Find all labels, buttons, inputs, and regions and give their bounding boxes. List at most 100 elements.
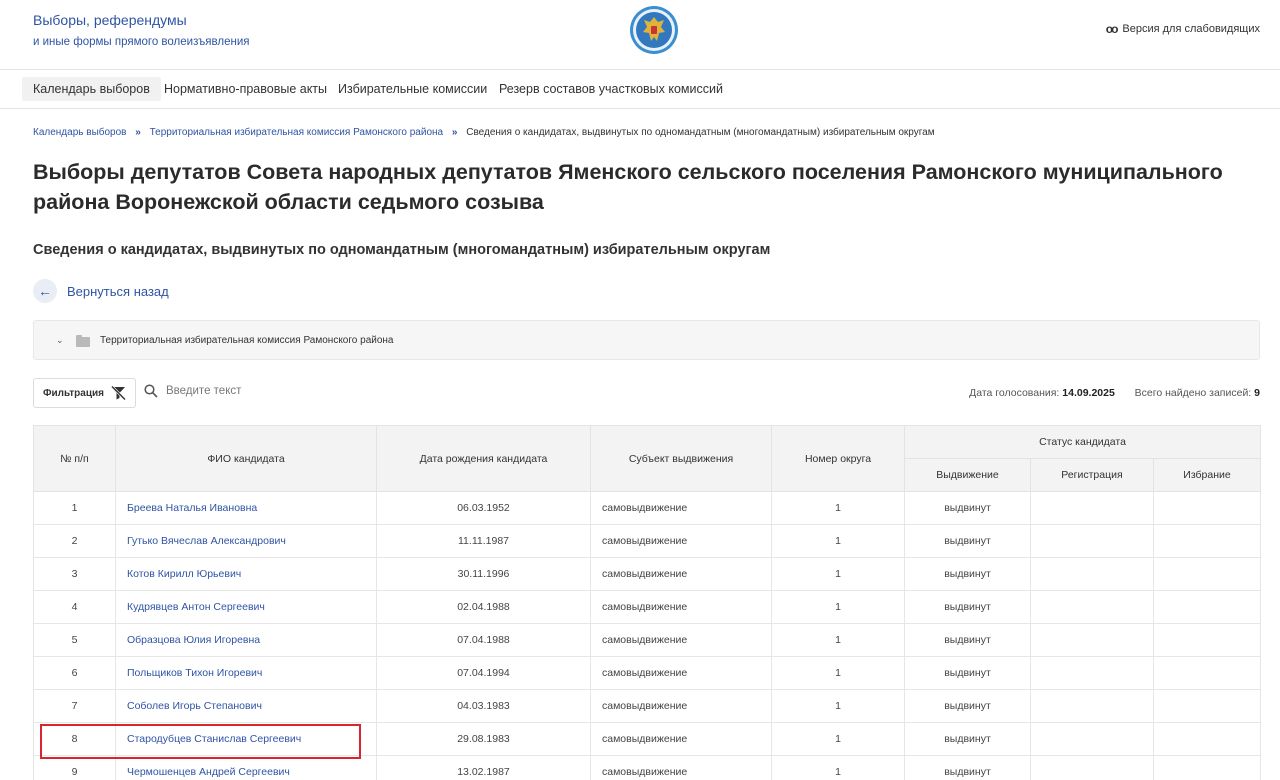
row-num: 7 — [33, 689, 116, 723]
commission-tree[interactable]: ⌄ Территориальная избирательная комиссия… — [33, 320, 1260, 360]
candidate-name-link[interactable]: Чермошенцев Андрей Сергеевич — [115, 755, 377, 780]
search-input[interactable] — [166, 385, 366, 397]
site-brand[interactable]: Выборы, референдумы и иные формы прямого… — [33, 12, 249, 49]
row-num: 1 — [33, 491, 116, 525]
status-election — [1153, 755, 1261, 780]
status-nomination: выдвинут — [904, 491, 1031, 525]
row-num: 4 — [33, 590, 116, 624]
table-row: 2 Гутько Вячеслав Александрович 11.11.1987… — [33, 524, 1261, 558]
glasses-icon: oo — [1105, 22, 1119, 36]
breadcrumb-separator: » — [451, 127, 458, 138]
district-number: 1 — [771, 755, 905, 780]
status-nomination: выдвинут — [904, 557, 1031, 591]
status-nomination: выдвинут — [904, 755, 1031, 780]
status-registration — [1030, 524, 1154, 558]
brand-line-1[interactable]: Выборы, референдумы — [33, 12, 249, 28]
birth-date: 13.02.1987 — [376, 755, 591, 780]
candidates-table: № п/п ФИО кандидата Дата рождения кандид… — [33, 425, 1261, 780]
row-num: 2 — [33, 524, 116, 558]
header-name: ФИО кандидата — [115, 425, 377, 492]
birth-date: 06.03.1952 — [376, 491, 591, 525]
filter-label: Фильтрация — [42, 387, 104, 399]
breadcrumb-separator: » — [135, 127, 141, 138]
voting-date: 14.09.2025 — [1062, 387, 1115, 399]
district-number: 1 — [771, 590, 905, 624]
back-label: Вернуться назад — [67, 283, 169, 299]
header-registration: Регистрация — [1030, 458, 1154, 492]
folder-icon — [76, 335, 90, 347]
district-number: 1 — [771, 491, 905, 525]
search-box — [144, 384, 366, 398]
candidate-name-link[interactable]: Соболев Игорь Степанович — [115, 689, 377, 723]
status-election — [1153, 524, 1261, 558]
birth-date: 02.04.1988 — [376, 590, 591, 624]
table-row: 8 Стародубцев Станислав Сергеевич 29.08.19… — [33, 722, 1261, 756]
status-registration — [1030, 623, 1154, 657]
filter-button[interactable]: Фильтрация — [33, 378, 136, 408]
district-number: 1 — [771, 656, 905, 690]
table-row: 3 Котов Кирилл Юрьевич 30.11.1996 самовыдви… — [33, 557, 1261, 591]
breadcrumb-item-commission[interactable]: Территориальная избирательная комиссия Р… — [150, 127, 444, 138]
filter-off-icon — [111, 386, 126, 400]
candidate-name-link[interactable]: Гутько Вячеслав Александрович — [115, 524, 377, 558]
district-number: 1 — [771, 623, 905, 657]
tree-node-label[interactable]: Территориальная избирательная комиссия Р… — [100, 335, 394, 346]
district-number: 1 — [771, 524, 905, 558]
voting-date-label: Дата голосования: — [969, 387, 1060, 399]
candidate-name-link[interactable]: Бреева Наталья Ивановна — [115, 491, 377, 525]
accessibility-link[interactable]: oo Версия для слабовидящих — [1106, 22, 1260, 36]
total-label: Всего найдено записей: — [1134, 387, 1252, 399]
arrow-left-icon: ← — [33, 279, 57, 303]
nav-item-commissions[interactable]: Избирательные комиссии — [327, 77, 498, 101]
main-nav: Календарь выборов Нормативно-правовые ак… — [0, 70, 1280, 109]
chevron-down-icon[interactable]: ⌄ — [56, 335, 64, 346]
nav-item-calendar[interactable]: Календарь выборов — [22, 77, 161, 101]
row-num: 8 — [33, 722, 116, 756]
status-election — [1153, 623, 1261, 657]
candidate-name-link[interactable]: Кудрявцев Антон Сергеевич — [115, 590, 377, 624]
nav-item-reserve[interactable]: Резерв составов участковых комиссий — [488, 77, 734, 101]
table-row: 5 Образцова Юлия Игоревна 07.04.1988 самовы… — [33, 623, 1261, 657]
row-num: 5 — [33, 623, 116, 657]
header-num: № п/п — [33, 425, 116, 492]
status-registration — [1030, 689, 1154, 723]
breadcrumb-item-current: Сведения о кандидатах, выдвинутых по одн… — [466, 127, 935, 138]
birth-date: 30.11.1996 — [376, 557, 591, 591]
nomination-subject: самовыдвижение — [590, 557, 772, 591]
status-registration — [1030, 590, 1154, 624]
row-num: 3 — [33, 557, 116, 591]
breadcrumb-item-calendar[interactable]: Календарь выборов — [33, 127, 126, 138]
district-number: 1 — [771, 557, 905, 591]
status-registration — [1030, 722, 1154, 756]
status-nomination: выдвинут — [904, 590, 1031, 624]
candidate-name-link[interactable]: Образцова Юлия Игоревна — [115, 623, 377, 657]
back-link[interactable]: ← Вернуться назад — [33, 279, 169, 303]
status-registration — [1030, 755, 1154, 780]
status-nomination: выдвинут — [904, 656, 1031, 690]
row-num: 6 — [33, 656, 116, 690]
breadcrumb: Календарь выборов » Территориальная изби… — [33, 127, 935, 138]
accessibility-label: Версия для слабовидящих — [1122, 23, 1260, 35]
nav-item-legal-acts[interactable]: Нормативно-правовые акты — [153, 77, 338, 101]
status-registration — [1030, 491, 1154, 525]
emblem-icon[interactable] — [629, 5, 679, 55]
nomination-subject: самовыдвижение — [590, 491, 772, 525]
brand-line-2[interactable]: и иные формы прямого волеизъявления — [33, 35, 249, 49]
header-nomination: Выдвижение — [904, 458, 1031, 492]
page-title: Выборы депутатов Совета народных депутат… — [33, 160, 1223, 214]
nomination-subject: самовыдвижение — [590, 689, 772, 723]
header-birth: Дата рождения кандидата — [376, 425, 591, 492]
table-row: 6 Польщиков Тихон Игоревич 07.04.1994 самов… — [33, 656, 1261, 690]
birth-date: 04.03.1983 — [376, 689, 591, 723]
birth-date: 07.04.1994 — [376, 656, 591, 690]
status-election — [1153, 491, 1261, 525]
candidate-name-link[interactable]: Стародубцев Станислав Сергеевич — [115, 722, 377, 756]
search-icon — [144, 384, 158, 398]
district-number: 1 — [771, 689, 905, 723]
header-subject: Субъект выдвижения — [590, 425, 772, 492]
candidate-name-link[interactable]: Польщиков Тихон Игоревич — [115, 656, 377, 690]
nomination-subject: самовыдвижение — [590, 755, 772, 780]
header-election: Избрание — [1153, 458, 1261, 492]
candidate-name-link[interactable]: Котов Кирилл Юрьевич — [115, 557, 377, 591]
birth-date: 29.08.1983 — [376, 722, 591, 756]
